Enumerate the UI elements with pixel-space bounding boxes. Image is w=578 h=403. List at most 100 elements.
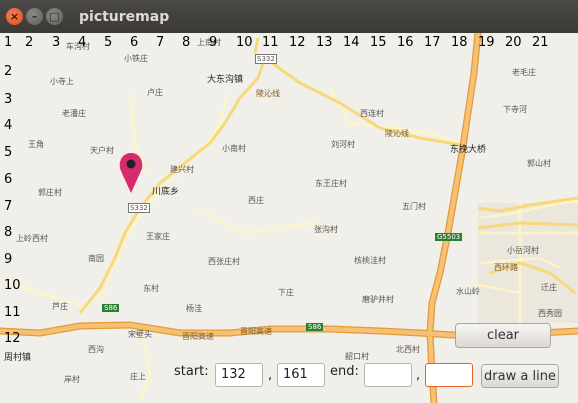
start-label: start: bbox=[174, 364, 209, 379]
grid-column-number: 10 bbox=[236, 35, 253, 50]
window-titlebar: × – □ picturemap bbox=[0, 0, 578, 33]
grid-row-number: 7 bbox=[4, 199, 13, 214]
place-label: 刘河村 bbox=[331, 140, 355, 149]
start-y-field[interactable]: 161 bbox=[277, 363, 325, 387]
grid-row-number: 6 bbox=[4, 172, 13, 187]
road-label: 晋阳高速 bbox=[182, 332, 214, 341]
place-label: 庄上 bbox=[130, 372, 146, 381]
grid-row-number: 3 bbox=[4, 92, 13, 107]
grid-column-number: 12 bbox=[289, 35, 306, 50]
grid-row-number: 4 bbox=[4, 118, 13, 133]
place-label: 郭庄村 bbox=[38, 188, 62, 197]
place-label: 西张庄村 bbox=[208, 257, 240, 266]
place-label: 岸村 bbox=[64, 375, 80, 384]
grid-column-number: 7 bbox=[156, 35, 165, 50]
place-label: 老毛庄 bbox=[512, 68, 536, 77]
place-label: 卢庄 bbox=[147, 88, 163, 97]
road-shield: S86 bbox=[306, 323, 324, 331]
grid-column-number: 13 bbox=[316, 35, 333, 50]
place-label: 川底乡 bbox=[152, 187, 180, 197]
place-label: 西庄 bbox=[248, 196, 264, 205]
end-y-field[interactable] bbox=[425, 363, 473, 387]
place-label: 小岳河村 bbox=[507, 246, 539, 255]
grid-column-number: 9 bbox=[209, 35, 218, 50]
grid-column-number: 19 bbox=[478, 35, 495, 50]
road-label: 晋阳高速 bbox=[240, 327, 272, 336]
road-shield: G5503 bbox=[435, 233, 463, 241]
clear-button[interactable]: clear bbox=[455, 323, 551, 348]
place-label: 小铁庄 bbox=[124, 54, 148, 63]
place-label: 小南村 bbox=[222, 144, 246, 153]
window-controls: × – □ bbox=[6, 8, 63, 25]
place-label: 磨驴井村 bbox=[362, 295, 394, 304]
grid-column-number: 15 bbox=[370, 35, 387, 50]
place-label: 老潘庄 bbox=[62, 109, 86, 118]
location-marker[interactable] bbox=[119, 153, 143, 193]
road-label: 陵沁线 bbox=[385, 129, 409, 138]
grid-row-number: 11 bbox=[4, 305, 21, 320]
grid-column-number: 11 bbox=[262, 35, 279, 50]
place-label: 五门村 bbox=[402, 202, 426, 211]
grid-column-number: 14 bbox=[343, 35, 360, 50]
place-label: 大东沟镇 bbox=[207, 75, 244, 85]
place-label: 王家庄 bbox=[146, 232, 170, 241]
end-comma: , bbox=[416, 368, 421, 383]
place-label: 水山岭 bbox=[456, 287, 480, 296]
place-label: 北西村 bbox=[396, 345, 420, 354]
place-label: 核桃洼村 bbox=[354, 256, 386, 265]
grid-column-number: 5 bbox=[104, 35, 113, 50]
grid-column-number: 4 bbox=[78, 35, 87, 50]
place-label: 郭山村 bbox=[527, 159, 551, 168]
grid-column-number: 17 bbox=[424, 35, 441, 50]
place-label: 韶口村 bbox=[345, 352, 369, 361]
place-label: 杨洼 bbox=[186, 304, 202, 313]
place-label: 小寺上 bbox=[50, 77, 74, 86]
place-label: 下庄 bbox=[278, 288, 294, 297]
grid-column-number: 3 bbox=[52, 35, 61, 50]
place-label: 迁庄 bbox=[541, 283, 557, 292]
end-x-field[interactable] bbox=[364, 363, 412, 387]
maximize-icon: □ bbox=[49, 10, 60, 23]
place-label: 南园 bbox=[88, 254, 104, 263]
minimize-icon: – bbox=[31, 10, 38, 23]
grid-row-number: 12 bbox=[4, 331, 21, 346]
place-label: 周村镇 bbox=[4, 353, 32, 363]
maximize-window-button[interactable]: □ bbox=[46, 8, 63, 25]
place-label: 宋壁头 bbox=[128, 330, 152, 339]
end-label: end: bbox=[330, 364, 359, 379]
place-label: 西连村 bbox=[360, 109, 384, 118]
grid-column-number: 21 bbox=[532, 35, 549, 50]
place-label: 王角 bbox=[28, 140, 44, 149]
road-shield: S86 bbox=[102, 304, 120, 312]
road-label: 西环路 bbox=[494, 263, 518, 272]
place-label: 东挽大桥 bbox=[450, 145, 487, 155]
grid-column-number: 6 bbox=[130, 35, 139, 50]
place-label: 西沟 bbox=[88, 345, 104, 354]
start-comma: , bbox=[268, 368, 273, 383]
place-label: 西秀园 bbox=[538, 309, 562, 318]
place-label: 上岭西村 bbox=[16, 234, 48, 243]
close-window-button[interactable]: × bbox=[6, 8, 23, 25]
place-label: 天户村 bbox=[90, 146, 114, 155]
minimize-window-button[interactable]: – bbox=[26, 8, 43, 25]
draw-line-button[interactable]: draw a line bbox=[481, 364, 559, 388]
place-label: 张沟村 bbox=[314, 225, 338, 234]
place-label: 东王庄村 bbox=[315, 179, 347, 188]
grid-column-number: 16 bbox=[397, 35, 414, 50]
close-icon: × bbox=[9, 10, 20, 23]
grid-column-number: 2 bbox=[25, 35, 34, 50]
place-label: 下寺河 bbox=[503, 105, 527, 114]
grid-column-number: 18 bbox=[451, 35, 468, 50]
road-label: 陵沁线 bbox=[256, 89, 280, 98]
grid-column-number: 1 bbox=[4, 35, 13, 50]
grid-row-number: 5 bbox=[4, 145, 13, 160]
grid-row-number: 8 bbox=[4, 225, 13, 240]
grid-row-number: 9 bbox=[4, 252, 13, 267]
place-label: 建兴村 bbox=[170, 165, 194, 174]
road-shield: S332 bbox=[128, 203, 150, 213]
grid-row-number: 2 bbox=[4, 64, 13, 79]
place-label: 芦庄 bbox=[52, 302, 68, 311]
grid-column-number: 8 bbox=[182, 35, 191, 50]
grid-column-number: 20 bbox=[505, 35, 522, 50]
start-x-field[interactable]: 132 bbox=[215, 363, 263, 387]
